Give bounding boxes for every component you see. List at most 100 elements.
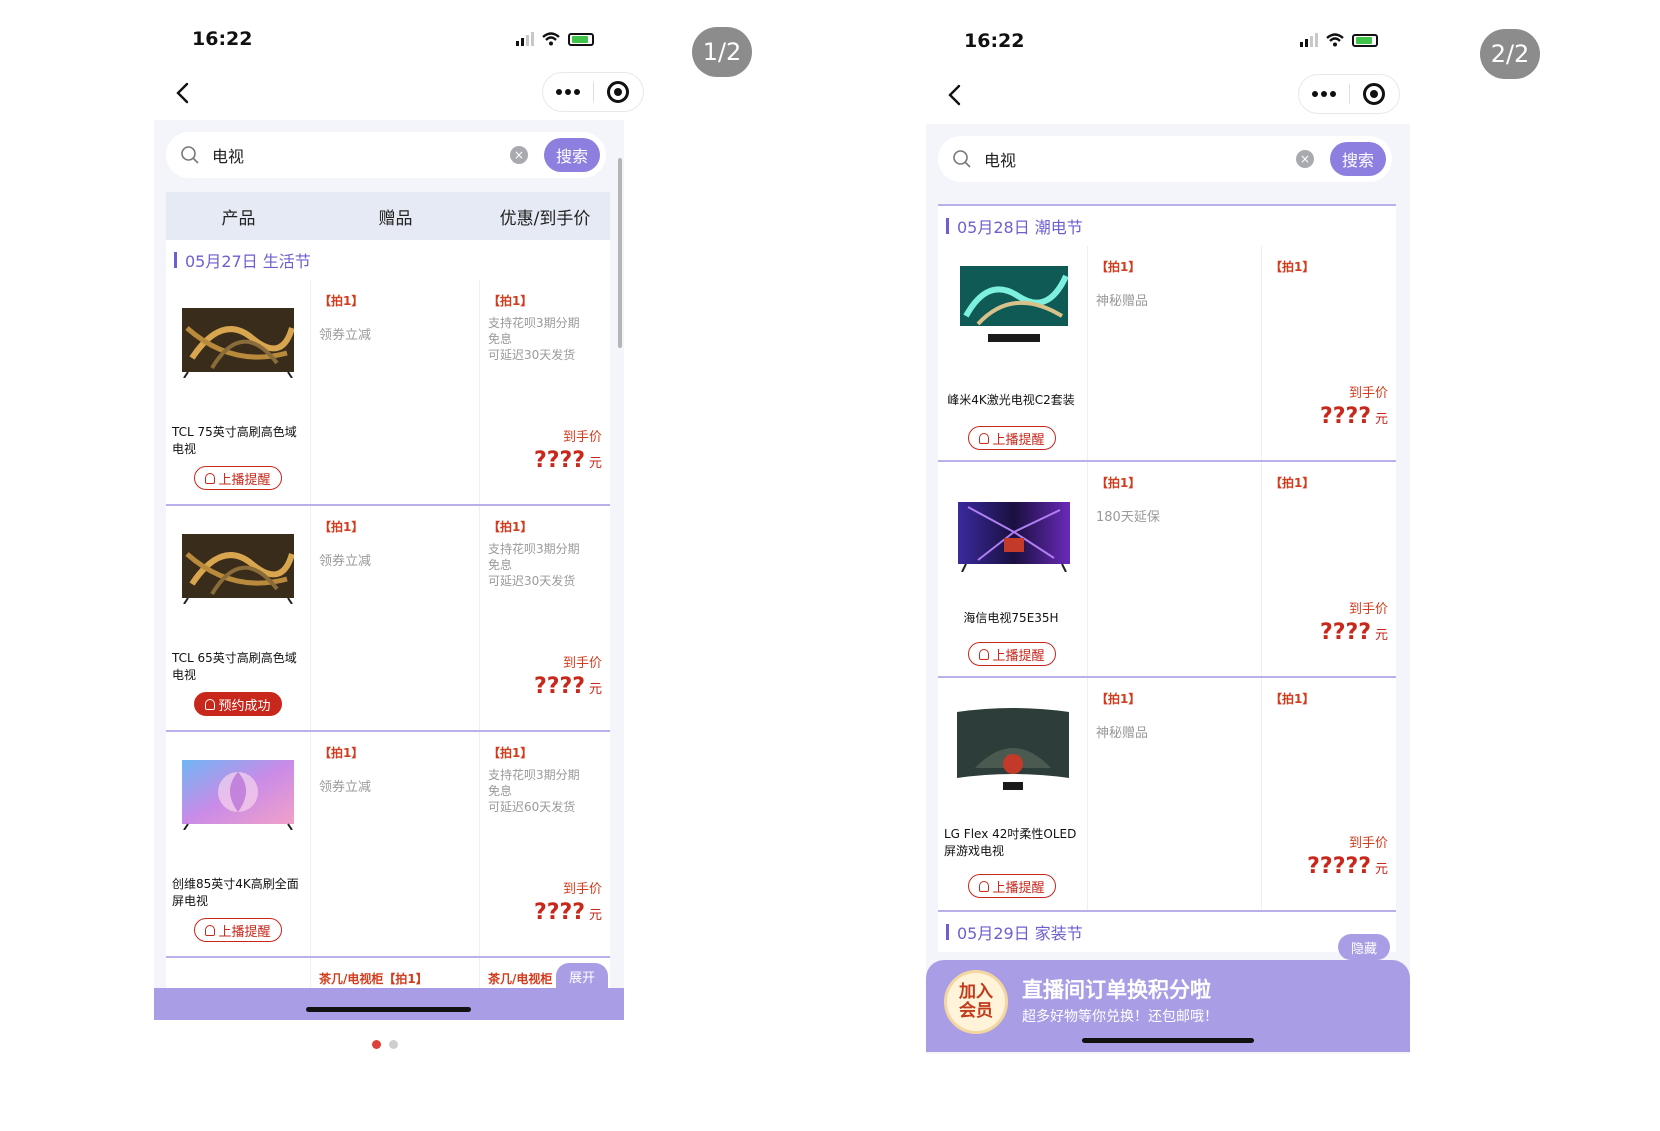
bell-icon: [979, 880, 990, 892]
price-label: 到手价: [562, 430, 602, 445]
table-row: 创维85英寸4K高刷全面屏电视 上播提醒 【拍1】 领券立减 【拍1】 支持花呗…: [166, 732, 610, 958]
price-cell: 【拍1】 到手价 ???? 元: [1262, 246, 1396, 460]
table-row: 峰米4K激光电视C2套装 上播提醒 【拍1】 神秘赠品 【拍1】 到手价 ???…: [938, 246, 1396, 462]
quantity-tag: 【拍1】: [319, 294, 364, 308]
remind-button[interactable]: 上播提醒: [968, 642, 1056, 666]
product-cell[interactable]: 峰米4K激光电视C2套装 上播提醒: [938, 246, 1088, 460]
search-bar: 电视 × 搜索: [938, 136, 1392, 182]
battery-icon: [568, 32, 594, 46]
search-button[interactable]: 搜索: [1330, 142, 1386, 176]
product-name: LG Flex 42吋柔性OLED屏游戏电视: [944, 827, 1077, 858]
remind-button[interactable]: 上播提醒: [968, 874, 1056, 898]
quantity-tag: 【拍1】: [488, 746, 533, 760]
price-label: 到手价: [1348, 602, 1388, 617]
gift-text: 领券立减: [319, 554, 372, 569]
hide-button[interactable]: 隐藏: [1338, 934, 1390, 960]
bell-icon: [205, 698, 216, 710]
search-icon: [953, 150, 971, 168]
product-cell[interactable]: 创维85英寸4K高刷全面屏电视 上播提醒: [166, 732, 311, 956]
banner-title: 直播间订单换积分啦: [1022, 978, 1211, 1002]
status-time: 16:22: [192, 28, 253, 50]
quantity-tag: 【拍1】: [319, 746, 364, 760]
status-icons: [1300, 33, 1378, 47]
search-input[interactable]: 电视: [984, 147, 1296, 171]
table-header: 产品 赠品 优惠/到手价: [166, 192, 610, 240]
product-name: 峰米4K激光电视C2套装: [947, 393, 1075, 407]
tv-product-image: [960, 266, 1069, 342]
gift-cell: 【拍1】 领券立减: [311, 506, 480, 730]
more-icon[interactable]: [1299, 91, 1349, 97]
mini-program-capsule: [1298, 74, 1400, 114]
signal-icon: [516, 32, 534, 46]
carousel-dots: [372, 1040, 398, 1049]
product-cell[interactable]: 海信电视75E35H 上播提醒: [938, 462, 1088, 676]
bell-icon: [979, 432, 990, 444]
promo-text: 支持花呗3期分期 免息 可延迟30天发货: [488, 542, 580, 588]
column-header-price: 优惠/到手价: [499, 208, 591, 229]
search-button[interactable]: 搜索: [544, 138, 600, 172]
final-price: ???? 元: [1319, 404, 1388, 429]
quantity-tag: 【拍1】: [1096, 476, 1141, 490]
home-indicator: [1082, 1038, 1254, 1043]
close-miniapp-icon[interactable]: [594, 81, 644, 103]
price-label: 到手价: [562, 656, 602, 671]
product-table: 05月28日 潮电节 峰米4K激光电视C2套装 上播提醒 【拍1】 神秘赠品 【…: [938, 204, 1396, 952]
wifi-icon: [542, 32, 560, 46]
clear-icon[interactable]: ×: [510, 146, 528, 164]
nav-bar: [154, 72, 654, 116]
search-icon: [181, 146, 199, 164]
back-arrow-icon[interactable]: [940, 80, 970, 110]
close-miniapp-icon[interactable]: [1350, 83, 1400, 105]
product-cell[interactable]: LG Flex 42吋柔性OLED屏游戏电视 上播提醒: [938, 678, 1088, 910]
clear-icon[interactable]: ×: [1296, 150, 1314, 168]
product-name: TCL 75英寸高刷高色域电视: [172, 425, 297, 456]
gift-tag: 茶几/电视柜【拍1】: [319, 972, 428, 986]
bell-icon: [979, 648, 990, 660]
remind-button[interactable]: 上播提醒: [194, 918, 282, 942]
reserved-button[interactable]: 预约成功: [194, 692, 282, 716]
table-row: TCL 65英寸高刷高色域电视 预约成功 【拍1】 领券立减 【拍1】 支持花呗…: [166, 506, 610, 732]
tv-product-image: [957, 708, 1069, 790]
member-banner[interactable]: 加入 会员 直播间订单换积分啦 超多好物等你兑换！还包邮哦！: [926, 960, 1410, 1052]
table-row: 海信电视75E35H 上播提醒 【拍1】 180天延保 【拍1】 到手价 ???…: [938, 462, 1396, 678]
back-arrow-icon[interactable]: [168, 78, 198, 108]
price-cell: 【拍1】 到手价 ????? 元: [1262, 678, 1396, 910]
final-price: ????? 元: [1307, 854, 1388, 879]
tv-product-image: [958, 502, 1070, 572]
section-date-title: 05月28日 潮电节: [938, 206, 1396, 246]
price-cell: 【拍1】 支持花呗3期分期 免息 可延迟60天发货 到手价 ???? 元: [480, 732, 610, 956]
bell-icon: [205, 472, 216, 484]
battery-icon: [1352, 33, 1378, 47]
gift-cell: 【拍1】 180天延保: [1088, 462, 1262, 676]
tv-product-image: [182, 308, 294, 378]
gift-cell: 【拍1】 神秘赠品: [1088, 246, 1262, 460]
promo-text: 支持花呗3期分期 免息 可延迟60天发货: [488, 768, 580, 814]
product-name: TCL 65英寸高刷高色域电视: [172, 651, 297, 682]
tv-product-image: [182, 534, 294, 604]
remind-button[interactable]: 上播提醒: [194, 466, 282, 490]
bottom-bar: [154, 988, 624, 1020]
status-icons: [516, 32, 594, 46]
remind-button[interactable]: 上播提醒: [968, 426, 1056, 450]
banner-subtitle: 超多好物等你兑换！还包邮哦！: [1022, 1009, 1218, 1025]
scrollbar[interactable]: [618, 158, 622, 348]
product-cell[interactable]: TCL 75英寸高刷高色域电视 上播提醒: [166, 280, 311, 504]
quantity-tag: 【拍1】: [319, 520, 364, 534]
phone-screen-right: 16:22 电视 × 搜索 05月28日 潮电节 峰米4K激光电视C2套装 上播…: [926, 0, 1426, 1131]
quantity-tag: 【拍1】: [1270, 260, 1315, 274]
expand-button[interactable]: 展开: [556, 963, 608, 989]
bell-icon: [205, 924, 216, 936]
price-cell: 【拍1】 支持花呗3期分期 免息 可延迟30天发货 到手价 ???? 元: [480, 280, 610, 504]
mini-program-capsule: [542, 72, 644, 112]
join-member-badge[interactable]: 加入 会员: [944, 970, 1008, 1034]
section-date-title: 05月27日 生活节: [166, 240, 610, 280]
quantity-tag: 【拍1】: [1096, 692, 1141, 706]
page-indicator-badge: 2/2: [1480, 29, 1540, 79]
more-icon[interactable]: [543, 89, 593, 95]
page-content: 电视 × 搜索 05月28日 潮电节 峰米4K激光电视C2套装 上播提醒 【拍1…: [926, 124, 1410, 1054]
price-label: 到手价: [1348, 386, 1388, 401]
price-label: 到手价: [1348, 836, 1388, 851]
search-input[interactable]: 电视: [212, 143, 510, 167]
phone-screen-left: 16:22 电视 × 搜索 产品 赠品 优惠/到手价 05月27日 生活节 TC…: [154, 0, 654, 1131]
product-cell[interactable]: TCL 65英寸高刷高色域电视 预约成功: [166, 506, 311, 730]
